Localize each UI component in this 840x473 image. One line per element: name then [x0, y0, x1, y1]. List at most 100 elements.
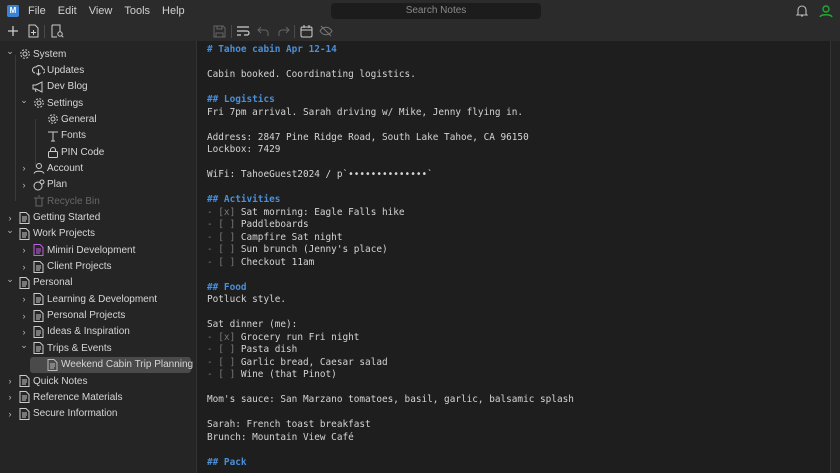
checkbox-marker[interactable]: - [ ]	[207, 232, 241, 243]
tree-item-label: Personal	[33, 277, 73, 289]
tree-item-trips-events[interactable]: ⌄ Trips & Events	[0, 340, 197, 356]
checklist-line: - [ ] Garlic bread, Caesar salad	[207, 357, 388, 370]
tree-item-plan[interactable]: › Plan	[0, 177, 197, 193]
tree-item-label: Plan	[47, 179, 68, 191]
chevron-right-icon[interactable]: ›	[5, 376, 15, 386]
checkbox-marker[interactable]: - [ ]	[207, 219, 241, 230]
editor-heading-line: ## Activities	[207, 194, 281, 205]
chevron-right-icon[interactable]: ›	[5, 213, 15, 223]
tree-item-personal[interactable]: ⌄ Personal	[0, 274, 197, 291]
tree-item-label: Mimiri Development	[47, 244, 136, 256]
tree-item-label: Updates	[47, 64, 85, 76]
chevron-right-icon[interactable]: ›	[19, 262, 29, 272]
tree-item-label: Dev Blog	[47, 81, 88, 93]
bell-icon[interactable]	[794, 3, 810, 19]
redo-icon[interactable]	[275, 23, 291, 39]
app-logo-icon: M	[7, 5, 19, 17]
chevron-down-icon[interactable]: ⌄	[19, 340, 29, 351]
tree-item-label: System	[33, 48, 67, 60]
plan-icon	[32, 178, 45, 191]
tree-item-label: Ideas & Inspiration	[47, 326, 130, 338]
chevron-down-icon[interactable]: ⌄	[5, 46, 15, 57]
menu-file[interactable]: File	[28, 5, 46, 17]
checklist-text: Wine (that Pinot)	[240, 369, 337, 380]
tree-item-pin-code[interactable]: PIN Code	[0, 144, 197, 160]
tree-item-weekend-cabin-trip-planning[interactable]: Weekend Cabin Trip Planning	[0, 356, 197, 373]
tree-item-ideas-inspiration[interactable]: › Ideas & Inspiration	[0, 324, 197, 340]
editor-heading-line: ## Food	[207, 281, 247, 293]
search-note-icon[interactable]	[49, 23, 65, 39]
tree-item-account[interactable]: › Account	[0, 160, 197, 176]
note-icon	[46, 358, 59, 371]
note-icon	[18, 391, 31, 404]
hide-eye-icon[interactable]	[318, 23, 334, 39]
chevron-right-icon[interactable]: ›	[19, 180, 29, 190]
toolbar	[0, 22, 840, 41]
add-icon[interactable]	[5, 23, 21, 39]
checkbox-marker[interactable]: - [x]	[207, 332, 241, 343]
menu-bar: M File Edit View Tools Help Search Notes	[0, 0, 840, 22]
checkbox-marker[interactable]: - [ ]	[207, 244, 241, 255]
chevron-right-icon[interactable]: ›	[5, 409, 15, 419]
editor-line: Brunch: Mountain View Café	[207, 431, 354, 443]
tree-item-label: Fonts	[61, 130, 87, 142]
editor-heading-line: # Tahoe cabin Apr 12-14	[207, 44, 337, 55]
checkbox-marker[interactable]: - [x]	[207, 207, 241, 218]
trash-icon	[32, 195, 45, 208]
search-input[interactable]: Search Notes	[331, 3, 541, 19]
tree-item-label: General	[61, 113, 97, 125]
menu-edit[interactable]: Edit	[58, 5, 77, 17]
tree-item-dev-blog[interactable]: Dev Blog	[0, 79, 197, 95]
tree-item-system[interactable]: ⌄ System	[0, 46, 197, 62]
save-icon[interactable]	[211, 23, 227, 39]
tree-item-label: Weekend Cabin Trip Planning	[61, 359, 194, 371]
tree-item-personal-projects[interactable]: › Personal Projects	[0, 308, 197, 324]
chevron-down-icon[interactable]: ⌄	[19, 95, 29, 106]
note-icon	[18, 227, 31, 240]
chevron-down-icon[interactable]: ⌄	[5, 225, 15, 236]
word-wrap-icon[interactable]	[235, 23, 251, 39]
checklist-line: - [ ] Checkout 11am	[207, 257, 314, 270]
chevron-right-icon[interactable]: ›	[19, 294, 29, 304]
chevron-right-icon[interactable]: ›	[19, 163, 29, 173]
tree-item-label: Client Projects	[47, 261, 112, 273]
tree-item-fonts[interactable]: Fonts	[0, 128, 197, 144]
tree-item-work-projects[interactable]: ⌄ Work Projects	[0, 225, 197, 242]
menu-tools[interactable]: Tools	[124, 5, 150, 17]
tree-item-mimiri-development[interactable]: › Mimiri Development	[0, 242, 197, 258]
tree-item-learning-development[interactable]: › Learning & Development	[0, 291, 197, 307]
tree-item-general[interactable]: General	[0, 111, 197, 127]
tree-item-label: Work Projects	[33, 228, 96, 240]
menu-view[interactable]: View	[89, 5, 113, 17]
undo-icon[interactable]	[255, 23, 271, 39]
checkbox-marker[interactable]: - [ ]	[207, 257, 241, 268]
note-icon	[32, 293, 45, 306]
tree-item-getting-started[interactable]: › Getting Started	[0, 210, 197, 226]
chevron-right-icon[interactable]: ›	[19, 327, 29, 337]
chevron-down-icon[interactable]: ⌄	[5, 274, 15, 285]
tree-item-secure-information[interactable]: › Secure Information	[0, 406, 197, 422]
user-status-icon[interactable]	[818, 3, 834, 19]
tree-item-reference-materials[interactable]: › Reference Materials	[0, 389, 197, 405]
calendar-icon[interactable]	[298, 23, 314, 39]
tree-item-recycle-bin[interactable]: Recycle Bin	[0, 193, 197, 209]
chevron-right-icon[interactable]: ›	[19, 311, 29, 321]
menu-help[interactable]: Help	[162, 5, 185, 17]
checklist-line: - [ ] Wine (that Pinot)	[207, 369, 337, 382]
checkbox-marker[interactable]: - [ ]	[207, 344, 241, 355]
new-note-icon[interactable]	[25, 23, 41, 39]
checkbox-marker[interactable]: - [ ]	[207, 369, 241, 380]
tree-item-client-projects[interactable]: › Client Projects	[0, 259, 197, 275]
note-editor[interactable]: # Tahoe cabin Apr 12-14 Cabin booked. Coo…	[198, 41, 830, 473]
editor-scrollbar[interactable]	[830, 41, 840, 473]
note-icon	[18, 276, 31, 289]
tree-item-updates[interactable]: Updates	[0, 62, 197, 78]
chevron-right-icon[interactable]: ›	[5, 392, 15, 402]
tree-item-quick-notes[interactable]: › Quick Notes	[0, 373, 197, 389]
lock-icon	[46, 146, 59, 159]
chevron-right-icon[interactable]: ›	[19, 245, 29, 255]
tree-item-settings[interactable]: ⌄ Settings	[0, 95, 197, 111]
checkbox-marker[interactable]: - [ ]	[207, 357, 241, 368]
editor-heading-line: ## Logistics	[207, 94, 275, 105]
type-icon	[46, 129, 59, 142]
